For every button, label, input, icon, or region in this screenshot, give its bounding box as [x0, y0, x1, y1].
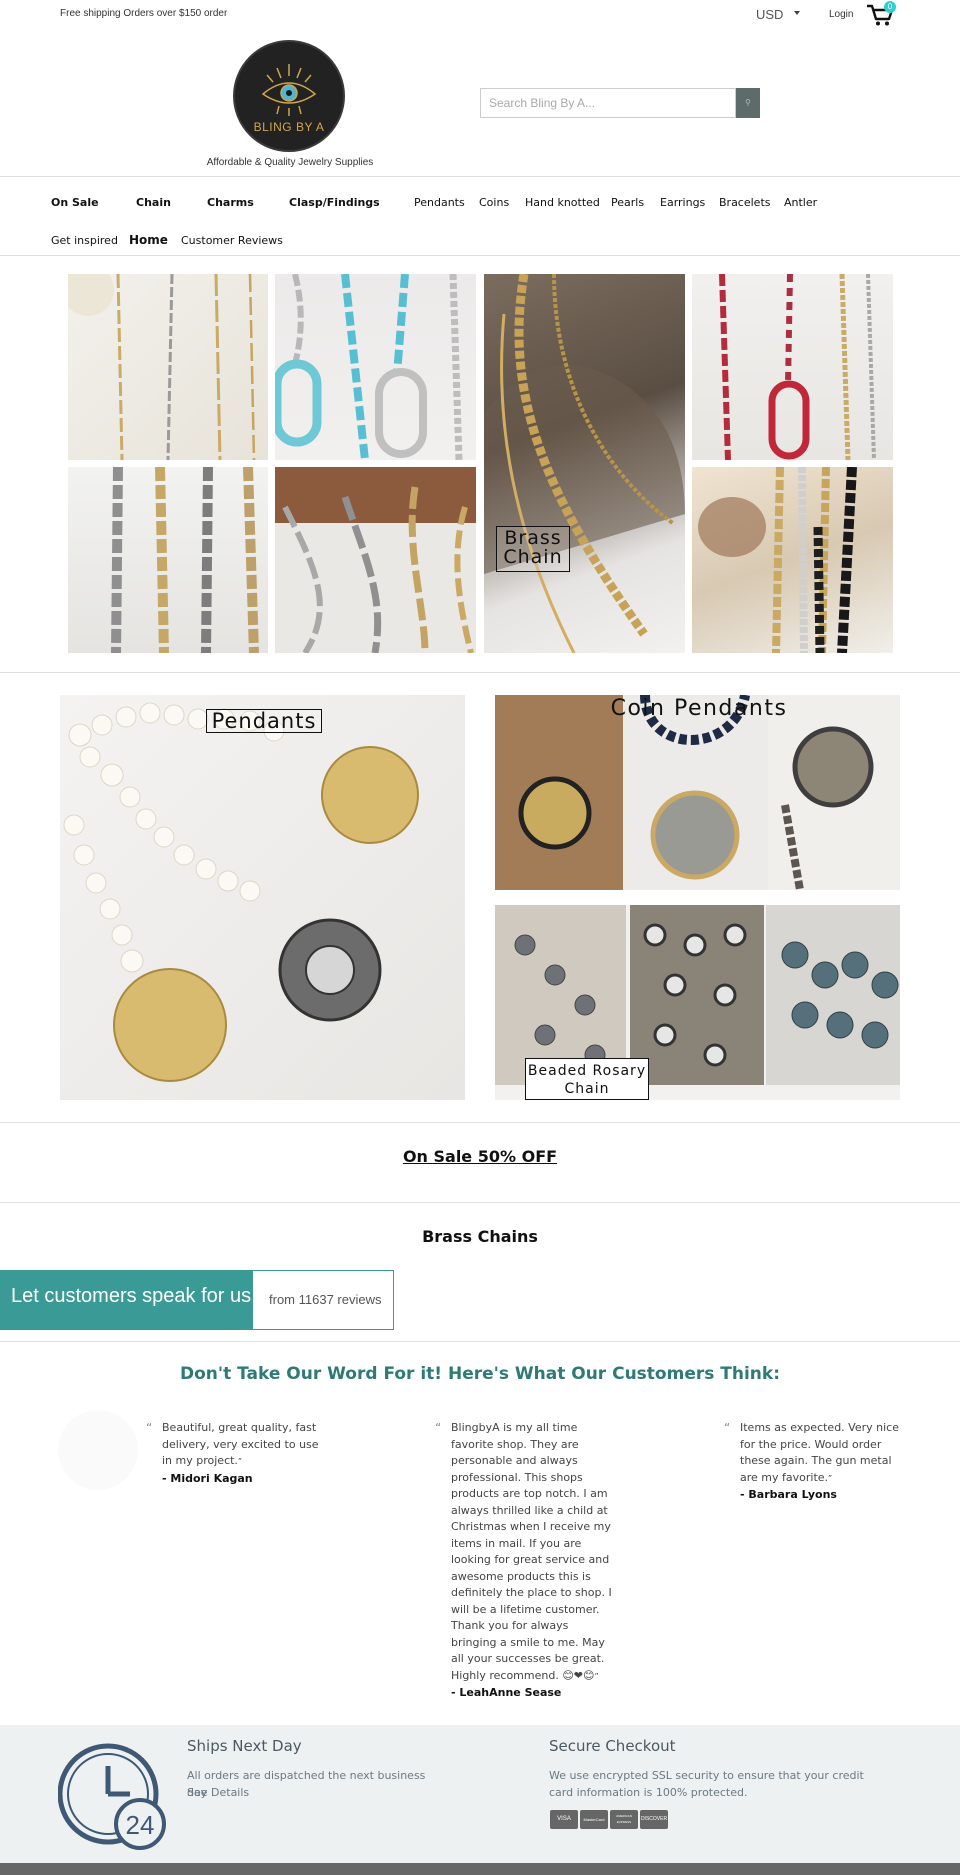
paperclip-chain-image[interactable] — [275, 467, 476, 653]
header-divider — [0, 176, 960, 177]
cart-count-badge: 0 — [884, 1, 896, 13]
review-author: - Midori Kagan — [162, 1471, 253, 1485]
nav-item-hand-knotted[interactable]: Hand knotted — [525, 196, 600, 209]
clock-24-label: 24 — [126, 1810, 155, 1840]
gold-silver-bar-chain-image[interactable] — [68, 274, 268, 460]
search-button[interactable]: ⚲ — [736, 88, 760, 118]
brass-chain-label: Brass Chain — [496, 526, 570, 572]
search-icon: ⚲ — [745, 98, 751, 107]
clock-24-icon: 24 — [58, 1743, 166, 1850]
review-author: - LeahAnne Sease — [451, 1686, 562, 1699]
nav-item-chain[interactable]: Chain — [136, 196, 171, 209]
login-link[interactable]: Login — [829, 9, 853, 20]
review-text: Items as expected. Very nice for the pri… — [740, 1421, 899, 1484]
nav-item-pendants[interactable]: Pendants — [414, 196, 465, 209]
secure-checkout-text: We use encrypted SSL security to ensure … — [549, 1769, 864, 1799]
reviews-heading: Don't Take Our Word For it! Here's What … — [179, 1364, 781, 1384]
oval-link-chain-image[interactable] — [68, 467, 268, 653]
store-logo[interactable]: BLING BY A — [233, 40, 345, 152]
nav-item-home[interactable]: Home — [129, 233, 168, 247]
reviews-count: from 11637 reviews — [269, 1292, 382, 1307]
reviews-widget[interactable]: Let customers speak for us from 11637 re… — [0, 1270, 394, 1330]
nav-item-pearls[interactable]: Pearls — [611, 196, 644, 209]
see-details-link[interactable]: See Details — [187, 1784, 249, 1801]
discover-card-icon: DISCOVER — [640, 1810, 668, 1829]
ships-next-day-title: Ships Next Day — [187, 1737, 302, 1755]
nav-item-clasp-findings[interactable]: Clasp/Findings — [289, 196, 380, 209]
top-bar: Free shipping Orders over $150 order USD… — [0, 0, 960, 30]
nav-item-customer-reviews[interactable]: Customer Reviews — [181, 234, 283, 247]
review-text: BlingbyA is my all time favorite shop. T… — [451, 1421, 612, 1682]
nav-item-earrings[interactable]: Earrings — [660, 196, 705, 209]
reviews-widget-title: Let customers speak for us — [1, 1271, 253, 1329]
grid-divider — [0, 672, 960, 673]
nav-item-bracelets[interactable]: Bracelets — [719, 196, 771, 209]
coral-chain-image[interactable] — [692, 467, 893, 653]
reviews-divider — [0, 1341, 960, 1342]
quote-close-icon: ” — [237, 1457, 243, 1466]
visa-card-icon: VISA — [550, 1810, 578, 1829]
beaded-rosary-feature-image[interactable]: Beaded Rosary Chain — [495, 905, 900, 1100]
pendants-feature-image[interactable]: Pendants — [60, 695, 465, 1100]
nav-item-coins[interactable]: Coins — [479, 196, 509, 209]
avatar — [58, 1410, 138, 1490]
nav-item-on-sale[interactable]: On Sale — [51, 196, 99, 209]
quote-close-icon: ” — [828, 1473, 833, 1483]
secure-checkout-title: Secure Checkout — [549, 1737, 676, 1755]
on-sale-link[interactable]: On Sale 50% OFF — [0, 1147, 960, 1166]
brass-chains-heading: Brass Chains — [422, 1227, 538, 1246]
nav-item-antler[interactable]: Antler — [784, 196, 817, 209]
quote-icon: “ — [146, 1421, 153, 1435]
review-card: “ Beautiful, great quality, fast deliver… — [146, 1420, 322, 1487]
shipping-promo: Free shipping Orders over $150 order — [60, 8, 228, 19]
beaded-rosary-label-line-2: Chain — [564, 1081, 610, 1097]
features-divider — [0, 1122, 960, 1123]
beaded-rosary-label-line-1: Beaded Rosary — [527, 1063, 647, 1079]
quote-icon: “ — [435, 1421, 442, 1435]
logo-wordmark: BLING BY A — [253, 120, 325, 134]
currency-selector[interactable]: USD — [756, 7, 783, 22]
coin-pendants-label: Coin Pendants — [610, 696, 788, 721]
search-box[interactable] — [480, 88, 736, 118]
review-card: “ BlingbyA is my all time favorite shop.… — [435, 1420, 615, 1702]
brass-chain-image[interactable]: Brass Chain — [484, 274, 685, 653]
turquoise-chain-image[interactable] — [275, 274, 476, 460]
brass-chain-label-line-2: Chain — [503, 546, 563, 568]
tagline: Affordable & Quality Jewelry Supplies — [206, 157, 374, 168]
quote-icon: “ — [724, 1421, 731, 1435]
review-author: - Barbara Lyons — [740, 1488, 837, 1501]
amex-card-icon: AMERICAN EXPRESS — [610, 1810, 638, 1829]
chevron-down-icon[interactable] — [794, 11, 800, 15]
mastercard-card-icon: MasterCard — [580, 1810, 608, 1829]
pendants-label: Pendants — [206, 709, 322, 733]
red-chain-image[interactable] — [692, 274, 893, 460]
quote-close-icon: ” — [594, 1671, 599, 1681]
review-card: “ Items as expected. Very nice for the p… — [724, 1420, 900, 1504]
nav-item-charms[interactable]: Charms — [207, 196, 254, 209]
search-input[interactable] — [481, 89, 731, 117]
footer-bottom-bar — [0, 1863, 960, 1875]
sale-divider — [0, 1202, 960, 1203]
nav-divider — [0, 255, 960, 256]
nav-item-get-inspired[interactable]: Get inspired — [51, 234, 118, 247]
beaded-rosary-label: Beaded Rosary Chain — [525, 1058, 649, 1100]
coin-pendants-feature-image[interactable]: Coin Pendants — [495, 695, 900, 890]
